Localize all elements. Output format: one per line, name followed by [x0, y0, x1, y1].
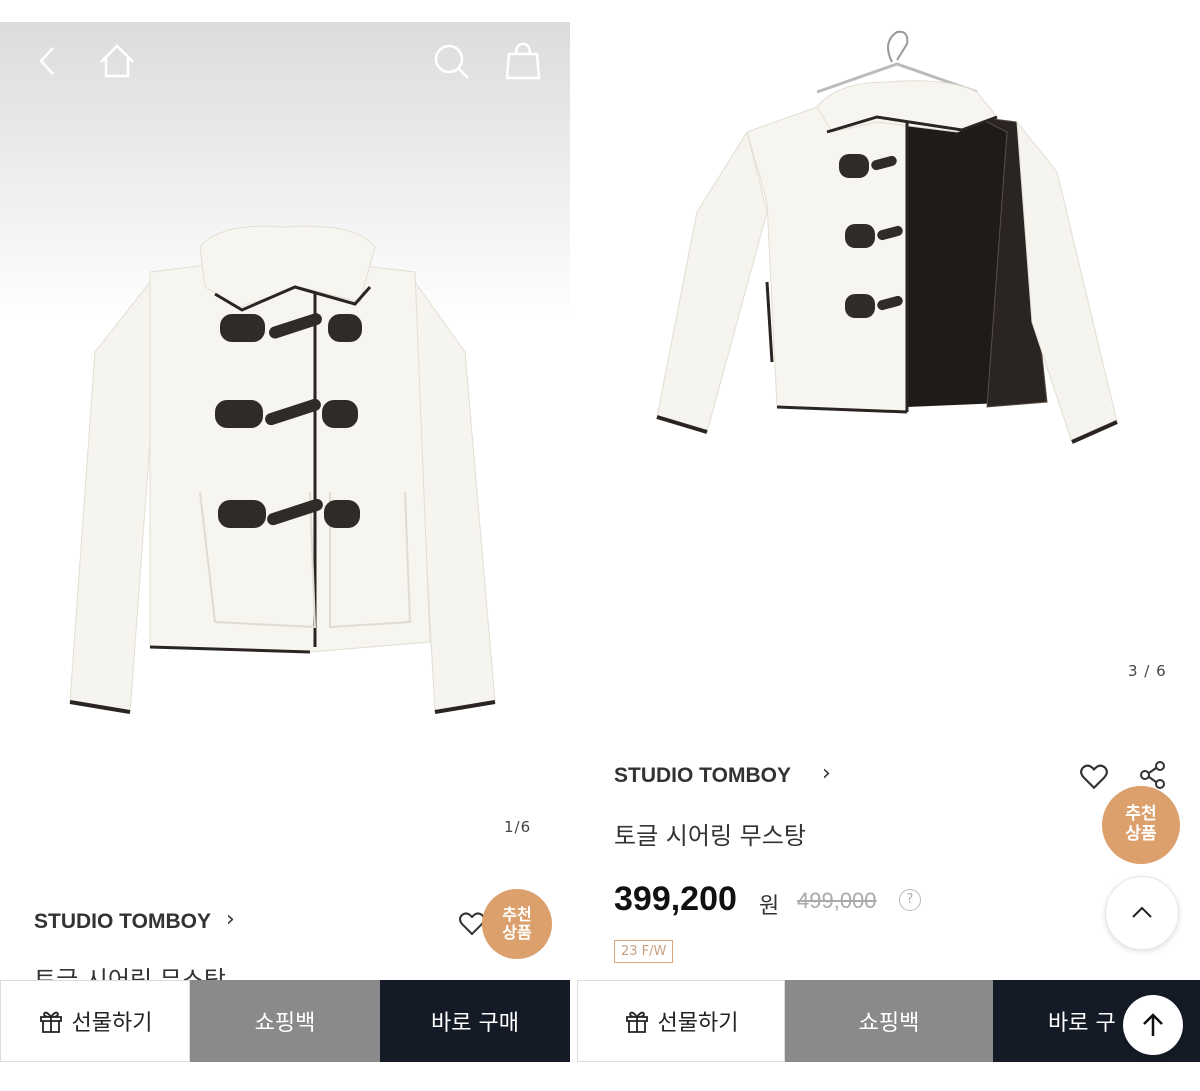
recommend-label-1: 추천	[1125, 804, 1157, 825]
bottom-action-bar: 선물하기 쇼핑백 바로 구	[577, 980, 1200, 1062]
gift-icon	[625, 1011, 648, 1033]
panel-divider	[570, 0, 577, 1091]
gift-label: 선물하기	[657, 1011, 739, 1036]
chevron-right-icon[interactable]: ›	[226, 907, 235, 932]
gift-button[interactable]: 선물하기	[0, 980, 190, 1062]
product-image-area[interactable]	[0, 22, 570, 732]
buy-label: 바로 구	[1048, 1011, 1116, 1036]
sale-price: 399,200	[614, 880, 737, 918]
bag-label: 쇼핑백	[254, 1011, 316, 1036]
image-counter: 3 / 6	[1128, 662, 1167, 680]
buy-label: 바로 구매	[431, 1011, 519, 1036]
recommend-badge[interactable]: 추천 상품	[1102, 786, 1180, 864]
recommend-label-2: 상품	[1125, 824, 1157, 844]
currency-unit: 원	[759, 894, 780, 919]
original-price: 499,000	[797, 888, 877, 913]
image-counter: 1/6	[504, 818, 532, 836]
shopping-bag-button[interactable]: 쇼핑백	[785, 980, 993, 1062]
gift-button[interactable]: 선물하기	[577, 980, 785, 1062]
price-help-icon[interactable]: ?	[899, 889, 921, 911]
brand-link[interactable]: STUDIO TOMBOY	[614, 764, 791, 788]
home-icon[interactable]	[96, 40, 138, 82]
recommend-label-1: 추천	[502, 904, 532, 924]
recommend-badge[interactable]: 추천 상품	[482, 889, 552, 959]
right-screenshot: 3 / 6 STUDIO TOMBOY › 추천 상품 토글 시어링 무스탕 3…	[577, 0, 1200, 1091]
product-image	[69, 225, 496, 714]
product-image-area[interactable]	[577, 22, 1200, 742]
bag-label: 쇼핑백	[858, 1011, 920, 1036]
shopping-bag-icon[interactable]	[502, 40, 544, 82]
recommend-label-2: 상품	[502, 923, 532, 942]
heart-icon[interactable]	[1078, 762, 1110, 792]
back-to-top-button[interactable]	[1123, 995, 1183, 1055]
search-icon[interactable]	[430, 40, 472, 82]
chevron-right-icon[interactable]: ›	[822, 761, 831, 786]
left-screenshot: 1/6 STUDIO TOMBOY › 추천 상품 토글 시어링 무스탕 선물하…	[0, 0, 570, 1091]
chevron-up-icon	[1132, 906, 1152, 918]
buy-now-button[interactable]: 바로 구매	[380, 980, 570, 1062]
back-arrow-icon[interactable]	[28, 40, 70, 82]
gift-icon	[39, 1011, 62, 1033]
product-image	[656, 30, 1118, 444]
scroll-up-button[interactable]	[1105, 876, 1179, 950]
product-name: 토글 시어링 무스탕	[614, 822, 806, 850]
gift-label: 선물하기	[71, 1011, 153, 1036]
brand-link[interactable]: STUDIO TOMBOY	[34, 910, 211, 934]
arrow-up-icon	[1143, 1013, 1163, 1036]
season-tag: 23 F/W	[614, 940, 674, 963]
shopping-bag-button[interactable]: 쇼핑백	[190, 980, 380, 1062]
bottom-action-bar: 선물하기 쇼핑백 바로 구매	[0, 980, 570, 1062]
